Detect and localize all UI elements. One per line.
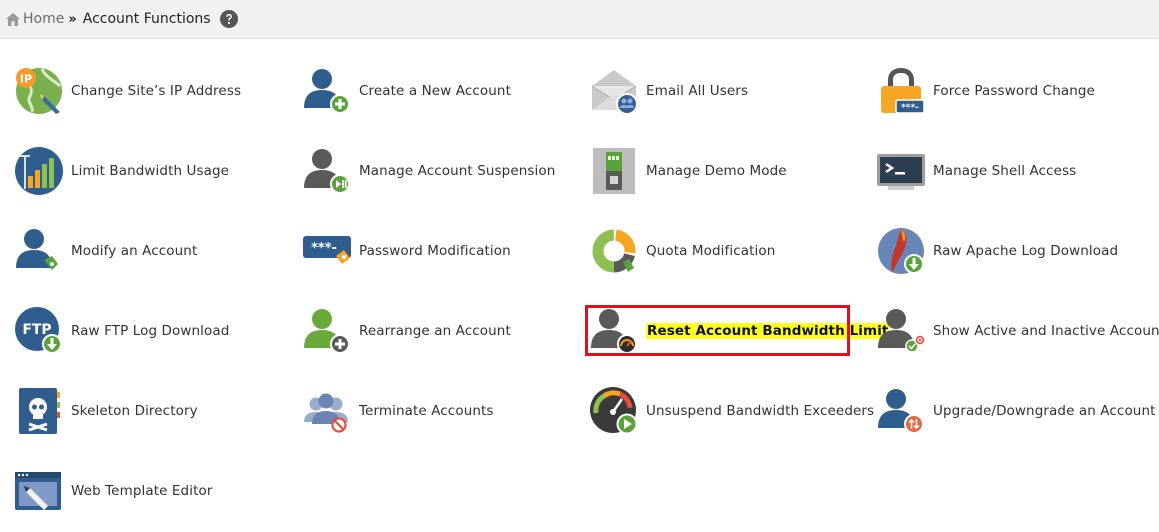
item-skeleton-directory[interactable]: Skeleton Directory bbox=[0, 371, 198, 451]
item-label: Email All Users bbox=[646, 83, 749, 99]
item-modify-an-account[interactable]: Modify an Account bbox=[0, 211, 197, 291]
item-label: Reset Account Bandwidth Limit bbox=[646, 323, 890, 339]
item-manage-shell-access[interactable]: Manage Shell Access bbox=[862, 131, 1076, 211]
item-label: Force Password Change bbox=[933, 83, 1095, 99]
breadcrumb: Home » Account Functions bbox=[0, 0, 1159, 39]
item-label: Password Modification bbox=[359, 243, 511, 259]
user-add-icon bbox=[302, 66, 352, 116]
item-label: Raw FTP Log Download bbox=[71, 323, 230, 339]
demo-switch-icon bbox=[589, 146, 639, 196]
user-upgrade-icon bbox=[876, 386, 926, 436]
item-reset-account-bandwidth-limit[interactable]: Reset Account Bandwidth Limit bbox=[575, 291, 890, 371]
home-icon bbox=[6, 12, 20, 26]
item-manage-demo-mode[interactable]: Manage Demo Mode bbox=[575, 131, 787, 211]
password-edit-icon: ***- bbox=[302, 226, 352, 276]
item-change-site-ip[interactable]: IP Change Site’s IP Address bbox=[0, 51, 241, 131]
ftp-download-icon: FTP bbox=[14, 306, 64, 356]
item-upgrade-downgrade-account[interactable]: Upgrade/Downgrade an Account bbox=[862, 371, 1156, 451]
quota-pie-icon bbox=[589, 226, 639, 276]
item-create-new-account[interactable]: Create a New Account bbox=[288, 51, 511, 131]
item-label: Skeleton Directory bbox=[71, 403, 198, 419]
help-icon[interactable] bbox=[219, 10, 238, 28]
item-raw-apache-log-download[interactable]: Raw Apache Log Download bbox=[862, 211, 1118, 291]
item-label: Modify an Account bbox=[71, 243, 198, 259]
svg-text:IP: IP bbox=[20, 73, 32, 86]
user-suspend-icon bbox=[302, 146, 352, 196]
item-limit-bandwidth-usage[interactable]: Limit Bandwidth Usage bbox=[0, 131, 229, 211]
item-email-all-users[interactable]: Email All Users bbox=[575, 51, 748, 131]
item-label: Raw Apache Log Download bbox=[933, 243, 1119, 259]
ip-globe-icon: IP bbox=[14, 66, 64, 116]
item-label: Upgrade/Downgrade an Account bbox=[933, 403, 1156, 419]
breadcrumb-home-label: Home bbox=[23, 11, 65, 27]
item-label: Terminate Accounts bbox=[359, 403, 494, 419]
item-label: Web Template Editor bbox=[71, 483, 213, 499]
gauge-play-icon bbox=[589, 386, 639, 436]
user-rearrange-icon bbox=[302, 306, 352, 356]
item-terminate-accounts[interactable]: Terminate Accounts bbox=[288, 371, 494, 451]
breadcrumb-home-link[interactable]: Home bbox=[6, 11, 64, 27]
padlock-password-icon: ***- bbox=[876, 66, 926, 116]
item-force-password-change[interactable]: ***- Force Password Change bbox=[862, 51, 1095, 131]
item-label: Manage Shell Access bbox=[933, 163, 1077, 179]
skull-folder-icon bbox=[14, 386, 64, 436]
item-web-template-editor[interactable]: Web Template Editor bbox=[0, 451, 212, 531]
svg-text:***-: ***- bbox=[901, 103, 919, 113]
item-label: Unsuspend Bandwidth Exceeders bbox=[646, 403, 875, 419]
item-unsuspend-bandwidth-exceeders[interactable]: Unsuspend Bandwidth Exceeders bbox=[575, 371, 874, 451]
item-label: Manage Demo Mode bbox=[646, 163, 787, 179]
item-label: Limit Bandwidth Usage bbox=[71, 163, 230, 179]
item-label: Quota Modification bbox=[646, 243, 776, 259]
user-edit-icon bbox=[14, 226, 64, 276]
breadcrumb-separator: » bbox=[68, 11, 77, 27]
item-label: Change Site’s IP Address bbox=[71, 83, 242, 99]
terminal-icon bbox=[876, 146, 926, 196]
page-title: Account Functions bbox=[82, 11, 211, 27]
svg-text:***-: ***- bbox=[311, 241, 337, 256]
users-terminate-icon bbox=[302, 386, 352, 436]
item-raw-ftp-log-download[interactable]: FTP Raw FTP Log Download bbox=[0, 291, 229, 371]
item-password-modification[interactable]: ***- Password Modification bbox=[288, 211, 511, 291]
item-show-active-inactive-accounts[interactable]: Show Active and Inactive Accounts bbox=[862, 291, 1159, 371]
apache-download-icon bbox=[876, 226, 926, 276]
item-label: Create a New Account bbox=[359, 83, 511, 99]
bandwidth-chart-icon bbox=[14, 146, 64, 196]
item-label: Rearrange an Account bbox=[359, 323, 511, 339]
user-status-icon bbox=[876, 306, 926, 356]
user-bandwidth-reset-icon bbox=[589, 306, 639, 356]
item-manage-account-suspension[interactable]: Manage Account Suspension bbox=[288, 131, 555, 211]
web-template-icon bbox=[14, 466, 64, 516]
email-users-icon bbox=[589, 66, 639, 116]
item-rearrange-an-account[interactable]: Rearrange an Account bbox=[288, 291, 511, 371]
item-label: Manage Account Suspension bbox=[359, 163, 556, 179]
item-label: Show Active and Inactive Accounts bbox=[933, 323, 1159, 339]
item-quota-modification[interactable]: Quota Modification bbox=[575, 211, 775, 291]
